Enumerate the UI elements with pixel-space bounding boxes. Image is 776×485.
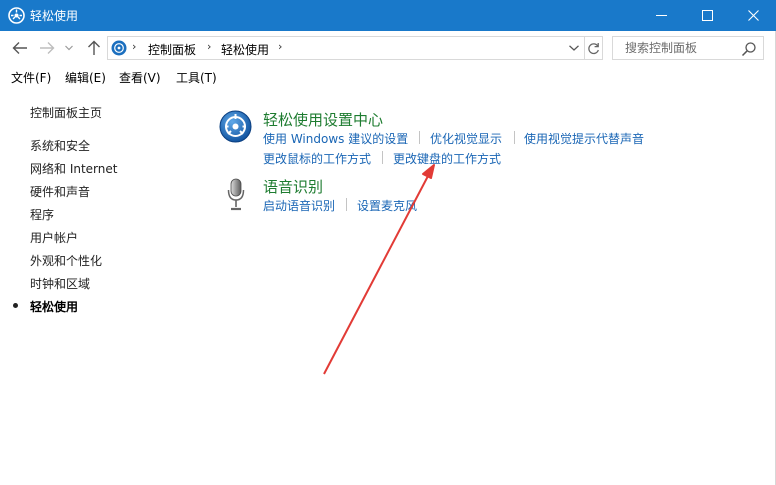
section-title-speech-recognition[interactable]: 语音识别: [263, 176, 323, 197]
search-icon[interactable]: [741, 41, 757, 57]
current-item-bullet: [13, 303, 18, 308]
chevron-down-icon: [65, 45, 73, 51]
link-start-speech-recognition[interactable]: 启动语音识别: [263, 197, 335, 214]
breadcrumb-ease-of-access[interactable]: 轻松使用: [221, 41, 269, 58]
link-mouse-settings[interactable]: 更改鼠标的工作方式: [263, 150, 371, 167]
forward-button[interactable]: [36, 38, 58, 58]
link-separator: [419, 131, 420, 144]
arrow-right-icon: [40, 42, 55, 54]
menu-file[interactable]: 文件(F): [11, 69, 51, 86]
sidebar-item-hardware-sound[interactable]: 硬件和声音: [30, 183, 90, 200]
menu-edit[interactable]: 编辑(E): [65, 69, 106, 86]
link-separator: [346, 198, 347, 211]
menu-tools[interactable]: 工具(T): [176, 69, 217, 86]
breadcrumb-separator[interactable]: ›: [207, 40, 211, 53]
up-button[interactable]: [83, 38, 105, 58]
link-optimize-display[interactable]: 优化视觉显示: [430, 130, 502, 147]
microphone-icon[interactable]: [226, 178, 246, 212]
chevron-down-icon: [569, 45, 579, 51]
sidebar: 控制面板主页 系统和安全 网络和 Internet 硬件和声音 程序 用户帐户 …: [0, 90, 200, 485]
search-input[interactable]: [613, 37, 739, 59]
close-icon: [747, 10, 759, 21]
close-button[interactable]: [730, 0, 776, 31]
search-box: [612, 36, 764, 60]
refresh-button[interactable]: [584, 37, 602, 59]
link-keyboard-settings[interactable]: 更改键盘的工作方式: [393, 150, 501, 167]
minimize-icon: [655, 15, 667, 16]
arrow-left-icon: [12, 42, 27, 54]
address-dropdown-button[interactable]: [567, 40, 581, 56]
minimize-button[interactable]: [638, 0, 684, 31]
sidebar-item-clock-region[interactable]: 时钟和区域: [30, 275, 90, 292]
link-separator: [382, 151, 383, 164]
sidebar-item-user-accounts[interactable]: 用户帐户: [30, 229, 78, 246]
navigation-bar: › 控制面板 › 轻松使用 ›: [0, 31, 776, 64]
sidebar-item-programs[interactable]: 程序: [30, 206, 54, 223]
menu-view[interactable]: 查看(V): [119, 69, 161, 86]
ease-of-access-icon: [8, 7, 25, 24]
link-recommended-settings[interactable]: 使用 Windows 建议的设置: [263, 130, 408, 147]
control-panel-icon: [111, 40, 127, 56]
title-bar: 轻松使用: [0, 0, 776, 31]
maximize-button[interactable]: [684, 0, 730, 31]
sidebar-item-ease-of-access[interactable]: 轻松使用: [30, 298, 78, 315]
sidebar-item-appearance[interactable]: 外观和个性化: [30, 252, 102, 269]
sidebar-item-control-panel-home[interactable]: 控制面板主页: [30, 104, 102, 121]
ease-of-access-center-icon[interactable]: [219, 110, 252, 143]
menu-bar: 文件(F) 编辑(E) 查看(V) 工具(T): [0, 64, 776, 90]
address-bar[interactable]: › 控制面板 › 轻松使用 ›: [107, 36, 603, 60]
sidebar-item-network-internet[interactable]: 网络和 Internet: [30, 160, 117, 177]
link-visual-cues[interactable]: 使用视觉提示代替声音: [524, 130, 644, 147]
breadcrumb-separator[interactable]: ›: [278, 40, 282, 53]
breadcrumb-control-panel[interactable]: 控制面板: [148, 41, 196, 58]
breadcrumb-separator[interactable]: ›: [132, 40, 136, 53]
back-button[interactable]: [9, 38, 31, 58]
link-separator: [514, 131, 515, 144]
maximize-icon: [701, 10, 713, 21]
link-setup-microphone[interactable]: 设置麦克风: [357, 197, 417, 214]
section-title-ease-of-access-center[interactable]: 轻松使用设置中心: [263, 109, 383, 130]
refresh-icon: [588, 42, 599, 54]
arrow-up-icon: [88, 40, 100, 55]
window-title: 轻松使用: [30, 9, 79, 23]
recent-locations-button[interactable]: [62, 38, 76, 58]
sidebar-item-system-security[interactable]: 系统和安全: [30, 137, 90, 154]
